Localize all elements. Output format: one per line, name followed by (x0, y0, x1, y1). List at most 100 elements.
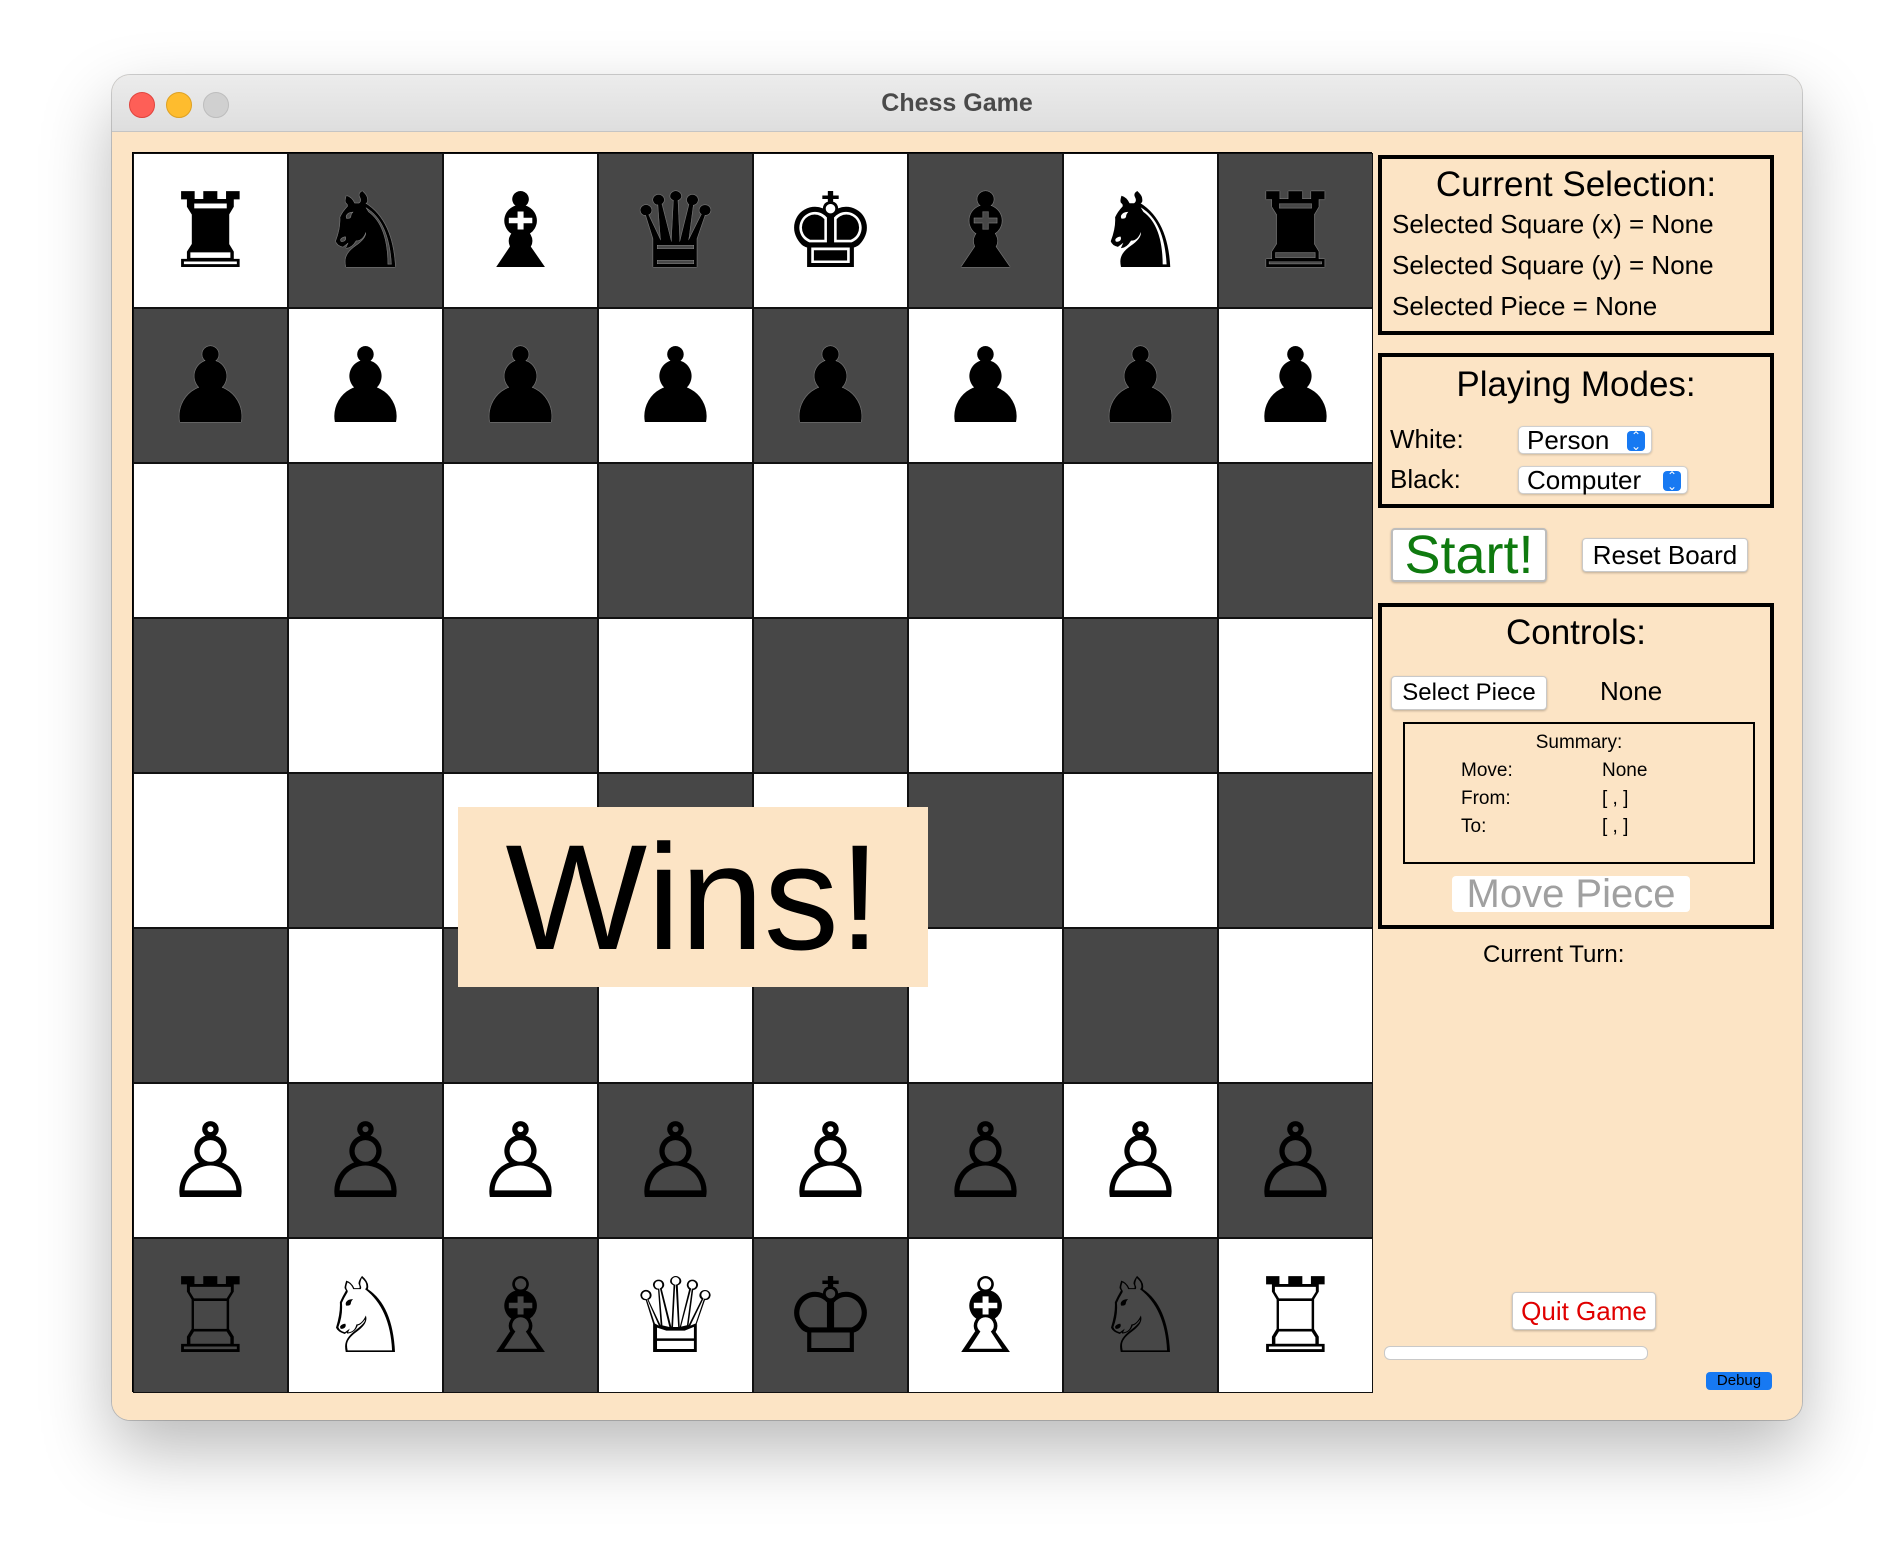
board-square[interactable]: ♗ (908, 1238, 1063, 1393)
white-piece-icon: ♙ (163, 1099, 258, 1222)
board-square[interactable]: ♜ (1218, 153, 1373, 308)
board-square[interactable]: ♛ (598, 153, 753, 308)
board-square[interactable]: ♟ (288, 308, 443, 463)
board-square[interactable]: ♜ (133, 153, 288, 308)
black-piece-icon: ♟ (318, 324, 413, 447)
selected-piece-value: None (1600, 676, 1663, 706)
selected-square-y: Selected Square (y) = None (1392, 250, 1714, 280)
black-piece-icon: ♝ (938, 169, 1033, 292)
board-square[interactable] (288, 928, 443, 1083)
board-square[interactable]: ♙ (133, 1083, 288, 1238)
board-square[interactable] (908, 773, 1063, 928)
board-square[interactable]: ♖ (1218, 1238, 1373, 1393)
white-piece-icon: ♕ (628, 1254, 723, 1377)
board-square[interactable] (288, 463, 443, 618)
board-square[interactable] (598, 463, 753, 618)
window-title: Chess Game (881, 89, 1033, 117)
white-piece-icon: ♖ (163, 1254, 258, 1377)
board-square[interactable] (288, 773, 443, 928)
black-piece-icon: ♝ (473, 169, 568, 292)
board-square[interactable] (1063, 928, 1218, 1083)
white-piece-icon: ♘ (318, 1254, 413, 1377)
black-piece-icon: ♚ (783, 169, 878, 292)
board-square[interactable]: ♟ (908, 308, 1063, 463)
board-square[interactable] (443, 463, 598, 618)
move-piece-button[interactable]: Move Piece (1452, 872, 1690, 916)
reset-board-button[interactable]: Reset Board (1582, 538, 1748, 572)
board-square[interactable]: ♔ (753, 1238, 908, 1393)
white-mode-select[interactable]: Person ⌃ ⌄ (1518, 425, 1652, 455)
board-square[interactable] (1218, 618, 1373, 773)
board-square[interactable]: ♙ (1218, 1083, 1373, 1238)
board-square[interactable] (133, 928, 288, 1083)
board-square[interactable]: ♟ (598, 308, 753, 463)
black-piece-icon: ♞ (318, 169, 413, 292)
board-square[interactable]: ♙ (753, 1083, 908, 1238)
select-piece-button[interactable]: Select Piece (1391, 676, 1547, 710)
board-square[interactable]: ♚ (753, 153, 908, 308)
board-square[interactable]: ♘ (288, 1238, 443, 1393)
board-square[interactable]: ♗ (443, 1238, 598, 1393)
board-square[interactable] (1218, 928, 1373, 1083)
board-square[interactable]: ♝ (908, 153, 1063, 308)
current-turn-label: Current Turn: (1483, 941, 1625, 968)
board-square[interactable] (1063, 618, 1218, 773)
summary-to-label: To: (1461, 816, 1487, 837)
board-square[interactable]: ♖ (133, 1238, 288, 1393)
black-piece-icon: ♞ (1093, 169, 1188, 292)
board-square[interactable]: ♟ (1063, 308, 1218, 463)
board-square[interactable]: ♙ (443, 1083, 598, 1238)
board-square[interactable]: ♟ (443, 308, 598, 463)
board-square[interactable] (1063, 773, 1218, 928)
black-piece-icon: ♛ (628, 169, 723, 292)
title-bar: Chess Game (112, 75, 1802, 132)
board-square[interactable]: ♞ (288, 153, 443, 308)
summary-title: Summary: (1535, 732, 1623, 753)
board-square[interactable]: ♟ (753, 308, 908, 463)
white-piece-icon: ♙ (1248, 1099, 1343, 1222)
black-mode-select[interactable]: Computer ⌃ ⌄ (1518, 465, 1688, 495)
board-square[interactable]: ♙ (598, 1083, 753, 1238)
board-square[interactable] (753, 618, 908, 773)
board-square[interactable] (598, 618, 753, 773)
summary-from-value: [ , ] (1602, 788, 1629, 809)
debug-button[interactable]: Debug (1706, 1372, 1772, 1390)
board-square[interactable]: ♙ (1063, 1083, 1218, 1238)
select-arrows-icon: ⌃ ⌄ (1663, 470, 1681, 492)
white-piece-icon: ♙ (318, 1099, 413, 1222)
board-square[interactable]: ♕ (598, 1238, 753, 1393)
board-square[interactable] (443, 618, 598, 773)
start-button[interactable]: Start! (1391, 525, 1547, 585)
board-square[interactable]: ♝ (443, 153, 598, 308)
white-piece-icon: ♙ (938, 1099, 1033, 1222)
board-square[interactable] (133, 463, 288, 618)
summary-move-label: Move: (1461, 760, 1513, 781)
board-square[interactable] (908, 618, 1063, 773)
black-piece-icon: ♟ (163, 324, 258, 447)
board-square[interactable]: ♙ (288, 1083, 443, 1238)
select-arrows-icon: ⌃ ⌄ (1627, 430, 1645, 452)
board-square[interactable] (288, 618, 443, 773)
board-square[interactable] (1218, 773, 1373, 928)
board-square[interactable]: ♙ (908, 1083, 1063, 1238)
board-square[interactable]: ♟ (133, 308, 288, 463)
black-piece-icon: ♟ (628, 324, 723, 447)
board-square[interactable]: ♞ (1063, 153, 1218, 308)
white-piece-icon: ♙ (473, 1099, 568, 1222)
black-piece-icon: ♟ (783, 324, 878, 447)
white-piece-icon: ♙ (783, 1099, 878, 1222)
board-square[interactable] (908, 928, 1063, 1083)
summary-move-value: None (1602, 760, 1648, 781)
board-square[interactable] (133, 773, 288, 928)
board-square[interactable] (908, 463, 1063, 618)
summary-from-label: From: (1461, 788, 1511, 809)
board-square[interactable]: ♟ (1218, 308, 1373, 463)
board-square[interactable]: ♘ (1063, 1238, 1218, 1393)
board-square[interactable] (1063, 463, 1218, 618)
quit-game-button[interactable]: Quit Game (1512, 1292, 1656, 1330)
summary-to-value: [ , ] (1602, 816, 1629, 837)
board-square[interactable] (753, 463, 908, 618)
black-piece-icon: ♜ (1248, 169, 1343, 292)
board-square[interactable] (133, 618, 288, 773)
board-square[interactable] (1218, 463, 1373, 618)
